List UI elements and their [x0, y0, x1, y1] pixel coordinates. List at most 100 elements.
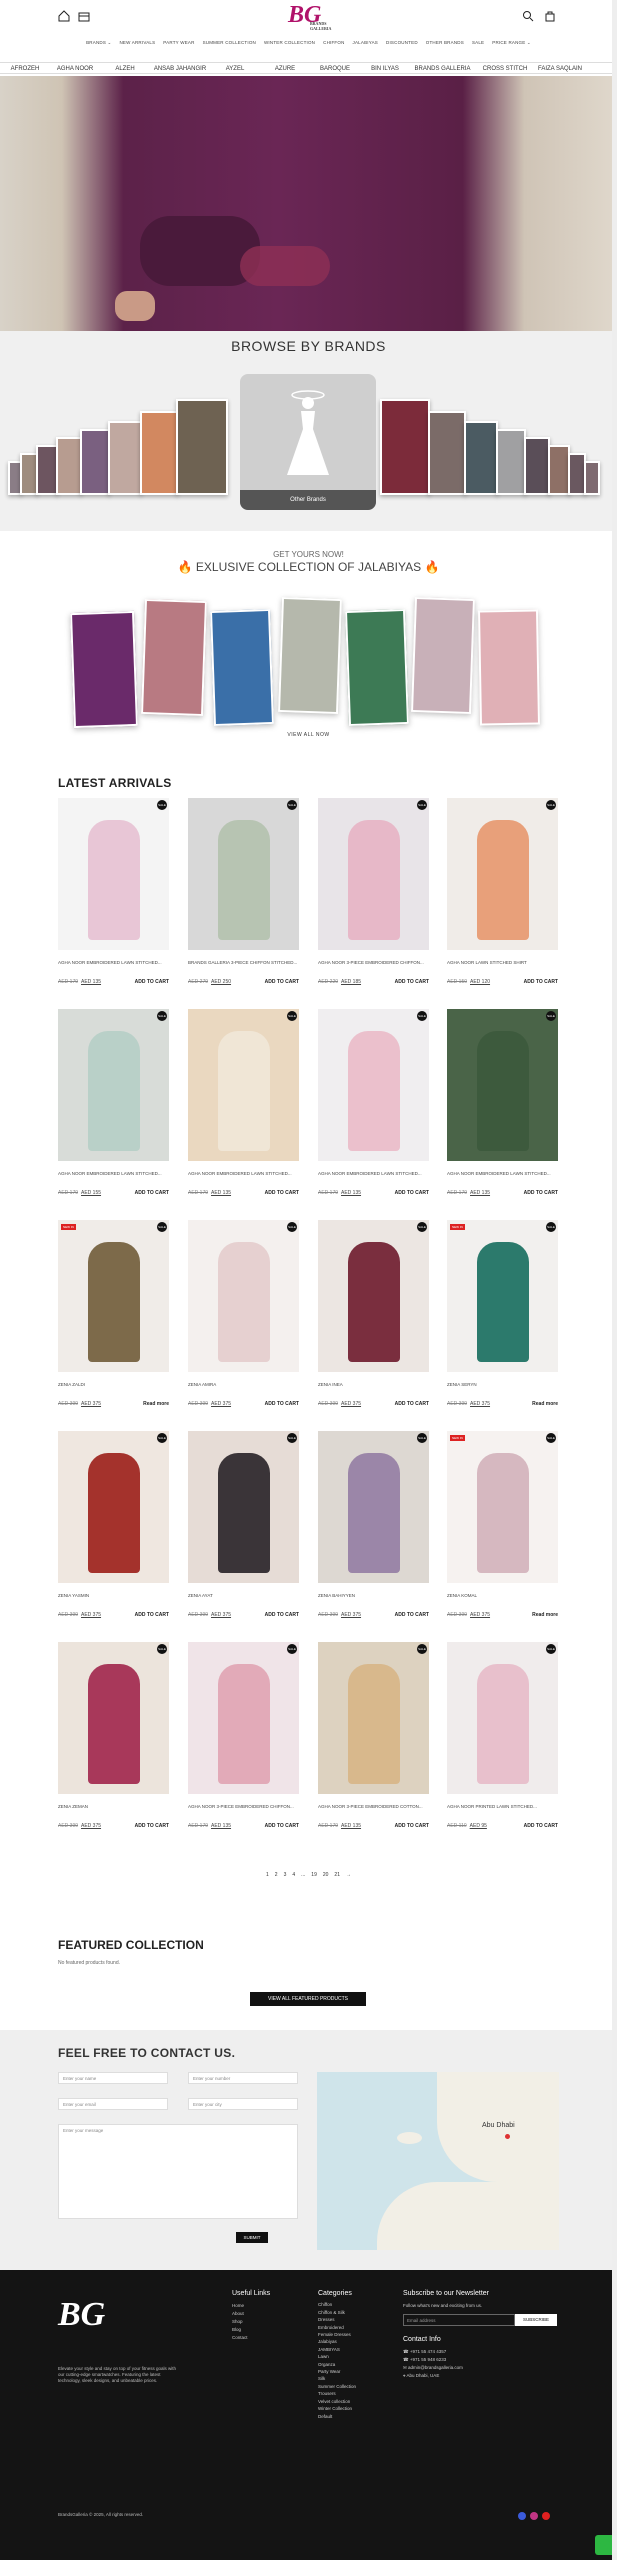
product-card[interactable]: SALE ZENIA AYAT AED 399 AED 375 ADD TO CART — [188, 1431, 299, 1631]
add-to-cart-button[interactable]: ADD TO CART — [395, 1612, 429, 1618]
footer-link[interactable]: Home — [232, 2302, 270, 2310]
jalabiya-photo[interactable] — [278, 596, 342, 715]
category-link[interactable]: Lawn — [318, 2353, 356, 2360]
product-image[interactable]: SALE — [318, 798, 429, 950]
jalabiya-photo[interactable] — [411, 596, 475, 715]
add-to-cart-button[interactable]: ADD TO CART — [265, 1401, 299, 1407]
footer-logo[interactable]: BG — [58, 2296, 108, 2346]
home-icon[interactable] — [58, 10, 70, 22]
number-field[interactable]: Enter your number — [188, 2072, 298, 2084]
brand-card[interactable] — [56, 437, 82, 495]
youtube-icon[interactable] — [542, 2512, 550, 2520]
brand-card[interactable] — [548, 445, 570, 495]
brand-link[interactable]: FAIZA SAQLAIN — [535, 63, 585, 73]
page-scrollbar[interactable] — [612, 0, 617, 2560]
brand-card-active[interactable]: Other Brands — [240, 374, 376, 510]
message-field[interactable]: Enter your message — [58, 2124, 298, 2219]
product-image[interactable]: SALE — [447, 1642, 558, 1794]
newsletter-email-input[interactable]: Email address — [403, 2314, 515, 2326]
brand-link[interactable]: BAROQUE — [310, 63, 360, 73]
nav-item[interactable]: BRANDS ⌄ — [86, 40, 111, 45]
submit-button[interactable]: SUBMIT — [236, 2232, 268, 2243]
email-field[interactable]: Enter your email — [58, 2098, 168, 2110]
product-image[interactable]: NEW IN SALE — [447, 1220, 558, 1372]
footer-link[interactable]: Contact — [232, 2334, 270, 2342]
product-card[interactable]: SALE ZENIA BAHIYYEN AED 399 AED 375 ADD TO C… — [318, 1431, 429, 1631]
add-to-cart-button[interactable]: ADD TO CART — [135, 1190, 169, 1196]
nav-item[interactable]: OTHER BRANDS — [426, 40, 464, 45]
nav-item[interactable]: WINTER COLLECTION — [264, 40, 315, 45]
brand-link[interactable]: AGHA NOOR — [50, 63, 100, 73]
add-to-cart-button[interactable]: ADD TO CART — [135, 979, 169, 985]
product-image[interactable]: SALE — [188, 1642, 299, 1794]
nav-item[interactable]: PRICE RANGE ⌄ — [492, 40, 531, 45]
subscribe-button[interactable]: SUBSCRIBE — [515, 2314, 557, 2326]
page-link[interactable]: 20 — [323, 1872, 329, 1878]
product-card[interactable]: SALE AGHA NOOR 3-PIECE EMBROIDERED COTTON… — [318, 1642, 429, 1842]
hero-banner[interactable] — [0, 76, 617, 331]
add-to-cart-button[interactable]: ADD TO CART — [524, 979, 558, 985]
add-to-cart-button[interactable]: ADD TO CART — [395, 979, 429, 985]
product-card[interactable]: SALE AGHA NOOR EMBROIDERED LAWN STITCHED.… — [58, 798, 169, 998]
brand-link[interactable]: AYZEL — [210, 63, 260, 73]
add-to-cart-button[interactable]: ADD TO CART — [135, 1612, 169, 1618]
add-to-cart-button[interactable]: ADD TO CART — [395, 1190, 429, 1196]
category-link[interactable]: Trousers — [318, 2390, 356, 2397]
product-name[interactable]: ZENIA KOMAL — [447, 1593, 558, 1599]
product-card[interactable]: SALE AGHA NOOR EMBROIDERED LAWN STITCHED.… — [58, 1009, 169, 1209]
category-link[interactable]: Organza — [318, 2361, 356, 2368]
product-name[interactable]: ZENIA YASMIN — [58, 1593, 169, 1599]
product-name[interactable]: ZENIA INEA — [318, 1382, 429, 1388]
add-to-cart-button[interactable]: Read more — [143, 1401, 169, 1407]
category-link[interactable]: Party Wear — [318, 2368, 356, 2375]
add-to-cart-button[interactable]: ADD TO CART — [265, 1190, 299, 1196]
facebook-icon[interactable] — [518, 2512, 526, 2520]
product-name[interactable]: ZENIA AYAT — [188, 1593, 299, 1599]
brand-card[interactable] — [428, 411, 466, 495]
nav-item[interactable]: CHIFFON — [323, 40, 344, 45]
category-link[interactable]: Velvet collection — [318, 2398, 356, 2405]
footer-link[interactable]: Shop — [232, 2318, 270, 2326]
brand-card[interactable] — [464, 421, 498, 495]
product-card[interactable]: SALE AGHA NOOR PRINTED LAWN STITCHED... AE… — [447, 1642, 558, 1842]
add-to-cart-button[interactable]: ADD TO CART — [265, 1612, 299, 1618]
product-image[interactable]: SALE — [318, 1642, 429, 1794]
nav-item[interactable]: JALABIYAS — [353, 40, 378, 45]
brand-card[interactable] — [36, 445, 58, 495]
view-featured-button[interactable]: VIEW ALL FEATURED PRODUCTS — [250, 1992, 366, 2006]
page-link[interactable]: 1 — [266, 1872, 269, 1878]
product-card[interactable]: SALE AGHA NOOR EMBROIDERED LAWN STITCHED.… — [447, 1009, 558, 1209]
product-name[interactable]: ZENIA SERYN — [447, 1382, 558, 1388]
product-name[interactable]: ZENIA ZEMAN — [58, 1804, 169, 1810]
add-to-cart-button[interactable]: ADD TO CART — [265, 1823, 299, 1829]
product-name[interactable]: BRANDS GALLERIA 3-PIECE CHIFFON STITCHED… — [188, 960, 299, 966]
jalabiya-photo[interactable] — [210, 608, 274, 727]
jalabiya-photo[interactable] — [70, 610, 138, 729]
product-card[interactable]: SALE ZENIA AMIRA AED 399 AED 375 ADD TO CART — [188, 1220, 299, 1420]
product-card[interactable]: SALE BRANDS GALLERIA 3-PIECE CHIFFON STIT… — [188, 798, 299, 998]
add-to-cart-button[interactable]: ADD TO CART — [395, 1401, 429, 1407]
product-card[interactable]: SALE AGHA NOOR LAWN STITCHED SHIRT AED 150… — [447, 798, 558, 998]
product-image[interactable]: SALE — [188, 1220, 299, 1372]
category-link[interactable]: Female Dresses — [318, 2331, 356, 2338]
add-to-cart-button[interactable]: ADD TO CART — [395, 1823, 429, 1829]
phone-2[interactable]: ☎ +971 55 948 6233 — [403, 2356, 463, 2364]
brand-link[interactable]: AFROZEH — [0, 63, 50, 73]
product-image[interactable]: SALE — [318, 1009, 429, 1161]
site-logo[interactable]: BG BRANDS GALLERIA — [288, 2, 331, 31]
product-card[interactable]: NEW IN SALE ZENIA SERYN AED 399 AED 375 Read … — [447, 1220, 558, 1420]
brand-link[interactable]: ANSAB JAHANGIR — [150, 63, 210, 73]
product-card[interactable]: SALE ZENIA YASMIN AED 399 AED 375 ADD TO CAR… — [58, 1431, 169, 1631]
brand-card[interactable] — [524, 437, 550, 495]
add-to-cart-button[interactable]: Read more — [532, 1401, 558, 1407]
category-link[interactable]: Default — [318, 2413, 356, 2420]
store-icon[interactable] — [78, 10, 90, 22]
add-to-cart-button[interactable]: ADD TO CART — [524, 1823, 558, 1829]
view-all-jalabiyas-link[interactable]: VIEW ALL NOW — [0, 732, 617, 738]
product-image[interactable]: NEW IN SALE — [447, 1431, 558, 1583]
brand-link[interactable]: ALZEH — [100, 63, 150, 73]
product-name[interactable]: AGHA NOOR EMBROIDERED LAWN STITCHED... — [58, 960, 169, 966]
search-icon[interactable] — [522, 10, 534, 22]
nav-item[interactable]: DISCOUNTED — [386, 40, 418, 45]
category-link[interactable]: Silk — [318, 2375, 356, 2382]
